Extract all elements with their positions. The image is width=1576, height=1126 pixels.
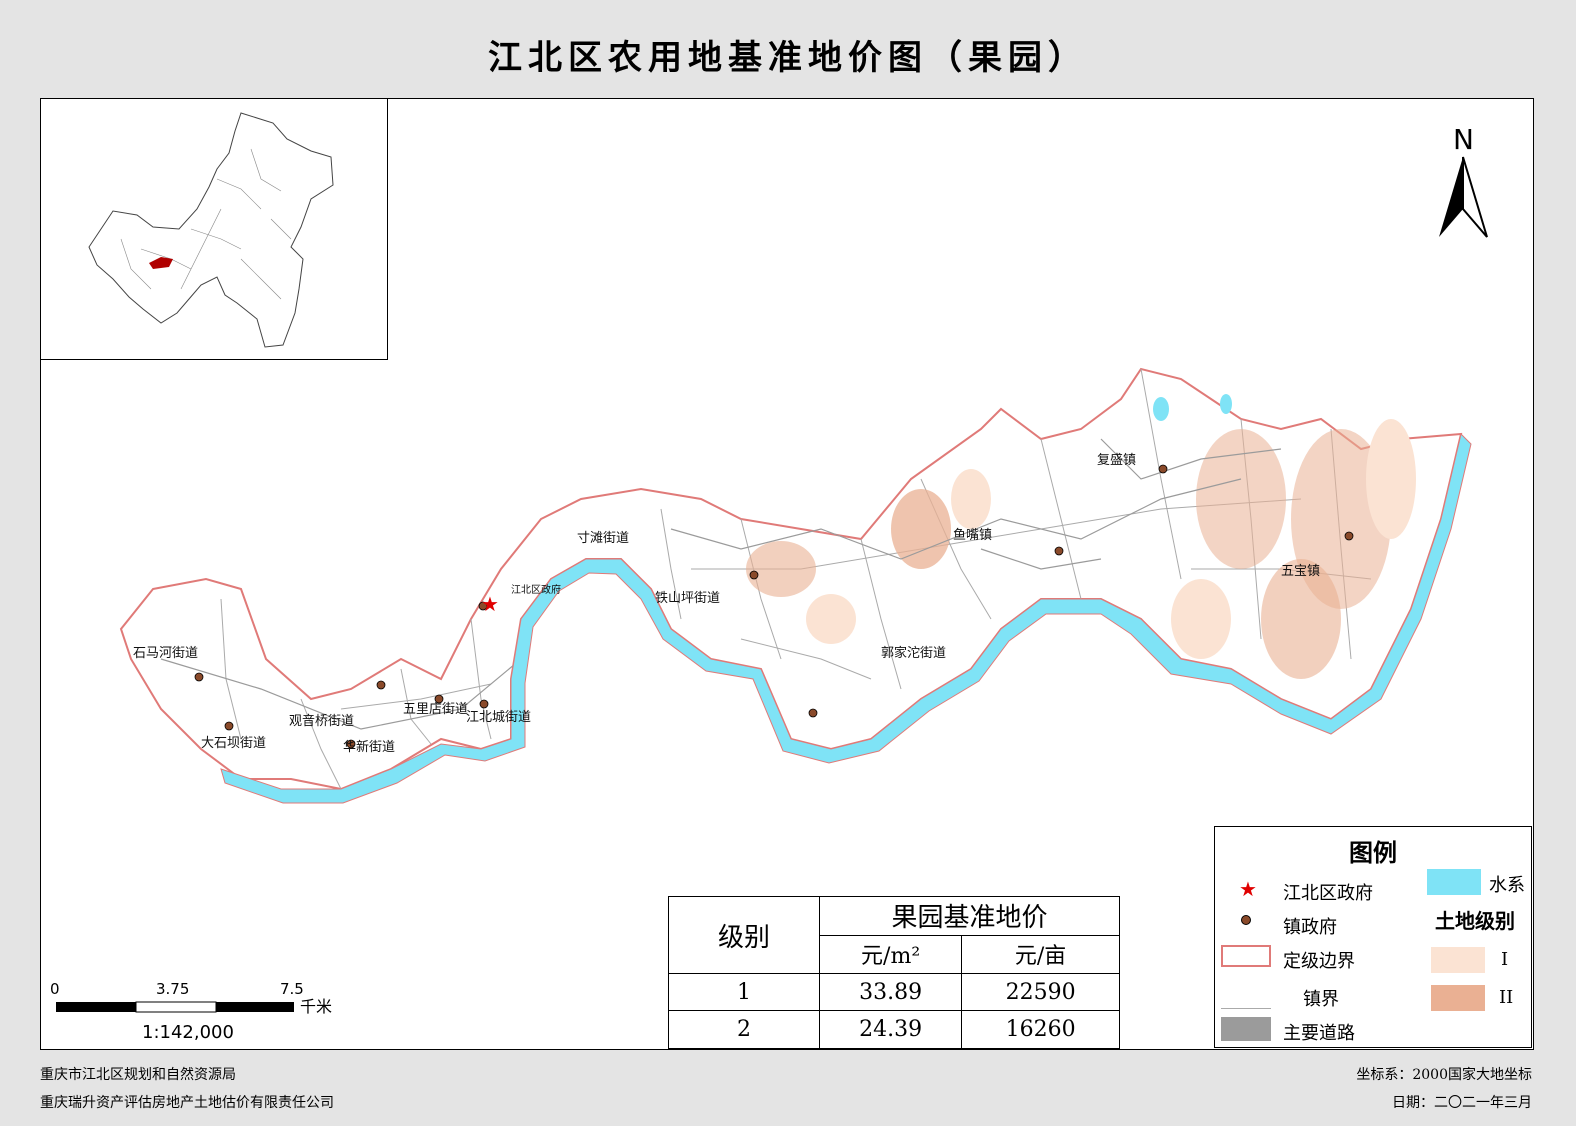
locator-svg [88, 112, 334, 348]
price-unit-mu: 元/亩 [961, 934, 1120, 974]
label-wujia: 五宝镇 [1281, 564, 1320, 579]
town-gov-fusheng [1158, 464, 1168, 474]
town-gov-shima [194, 672, 204, 682]
legend-boundary-label: 定级边界 [1283, 951, 1355, 972]
legend-town-boundary-swatch [1221, 987, 1271, 1009]
price-unit-m2: 元/m² [818, 934, 963, 974]
footer-org1: 重庆市江北区规划和自然资源局 [40, 1067, 236, 1083]
town-gov-guanyinqiao [376, 680, 386, 690]
scale-unit: 千米 [300, 997, 332, 1016]
label-dashiba: 大石坝街道 [201, 736, 266, 751]
scale-tick-1: 3.75 [156, 980, 189, 998]
legend-water-label: 水系 [1489, 875, 1525, 896]
town-gov-guojiatuo [808, 708, 818, 718]
legend-title: 图例 [1349, 839, 1397, 867]
label-huaxin: 华新街道 [343, 739, 395, 755]
legend-star-icon: ★ [1239, 877, 1257, 901]
price-row2-m2: 24.39 [818, 1010, 963, 1049]
price-row1-m2: 33.89 [818, 972, 963, 1012]
lake [1220, 394, 1232, 414]
legend-boundary-swatch [1221, 945, 1271, 967]
footer-crs: 坐标系：2000国家大地坐标 [1356, 1067, 1532, 1083]
north-label: N [1453, 123, 1474, 156]
price-row2-grade: 2 [668, 1010, 820, 1049]
legend-grade1-swatch [1431, 947, 1485, 973]
label-guojiatuo: 郭家沱街道 [881, 645, 946, 661]
price-row1-mu: 22590 [961, 972, 1120, 1012]
legend-road-swatch [1221, 1017, 1271, 1041]
legend-town-boundary-label: 镇界 [1303, 989, 1339, 1010]
scale-ratio: 1:142,000 [142, 1022, 234, 1043]
town-gov-jiangbeicheng [479, 699, 489, 709]
label-fusheng: 复盛镇 [1097, 453, 1136, 468]
legend-gov-label: 江北区政府 [1283, 883, 1373, 904]
district-gov-star: ★ [481, 592, 499, 616]
label-gov: 江北区政府 [511, 583, 561, 596]
label-guanyinqiao: 观音桥街道 [289, 713, 354, 729]
town-gov-wujia [1344, 531, 1354, 541]
label-wulidian: 五里店街道 [403, 702, 468, 717]
label-tieshanping: 铁山坪街道 [655, 591, 720, 606]
price-row2-mu: 16260 [961, 1010, 1120, 1049]
footer-date: 日期：二〇二一年三月 [1392, 1095, 1532, 1111]
label-shima: 石马河街道 [133, 646, 198, 661]
legend-grade1-label: I [1501, 949, 1509, 970]
town-gov-tieshanping [749, 570, 759, 580]
legend-grade2-swatch [1431, 985, 1485, 1011]
label-jiangbeicheng: 江北城街道 [466, 710, 531, 725]
footer-org2: 重庆瑞升资产评估房地产土地估价有限责任公司 [40, 1095, 334, 1111]
legend-town-dot-icon [1241, 915, 1251, 925]
legend-road-label: 主要道路 [1283, 1023, 1355, 1044]
label-yuzui: 鱼嘴镇 [953, 527, 992, 543]
label-cuntan: 寸滩街道 [577, 531, 629, 546]
legend-grade2-label: II [1499, 987, 1514, 1008]
price-col-grade: 级别 [668, 896, 820, 974]
scale-svg: 0 3.75 7.5 千米 1:142,000 [50, 980, 332, 1043]
scale-bar: 0 3.75 7.5 千米 1:142,000 [50, 980, 370, 1054]
town-gov-dashiba [224, 721, 234, 731]
legend-water-swatch [1427, 869, 1481, 895]
legend-panel: 图例 ★ 江北区政府 镇政府 定级边界 镇界 主要道路 水系 土地级别 I II [1214, 826, 1532, 1048]
legend-town-gov-label: 镇政府 [1283, 917, 1337, 938]
lake [1153, 397, 1169, 421]
map-title: 江北区农用地基准地价图（果园） [488, 38, 1088, 78]
scale-tick-0: 0 [50, 980, 60, 998]
scale-tick-2: 7.5 [280, 980, 304, 998]
price-table: 级别 果园基准地价 元/m² 元/亩 1 33.89 22590 2 24.39… [668, 896, 1120, 1049]
locator-map [40, 98, 388, 360]
town-gov-yuzui [1054, 546, 1064, 556]
legend-land-grade-title: 土地级别 [1435, 909, 1515, 933]
price-row1-grade: 1 [668, 972, 820, 1012]
price-header: 果园基准地价 [819, 896, 1120, 936]
north-arrow: N [1439, 123, 1488, 238]
